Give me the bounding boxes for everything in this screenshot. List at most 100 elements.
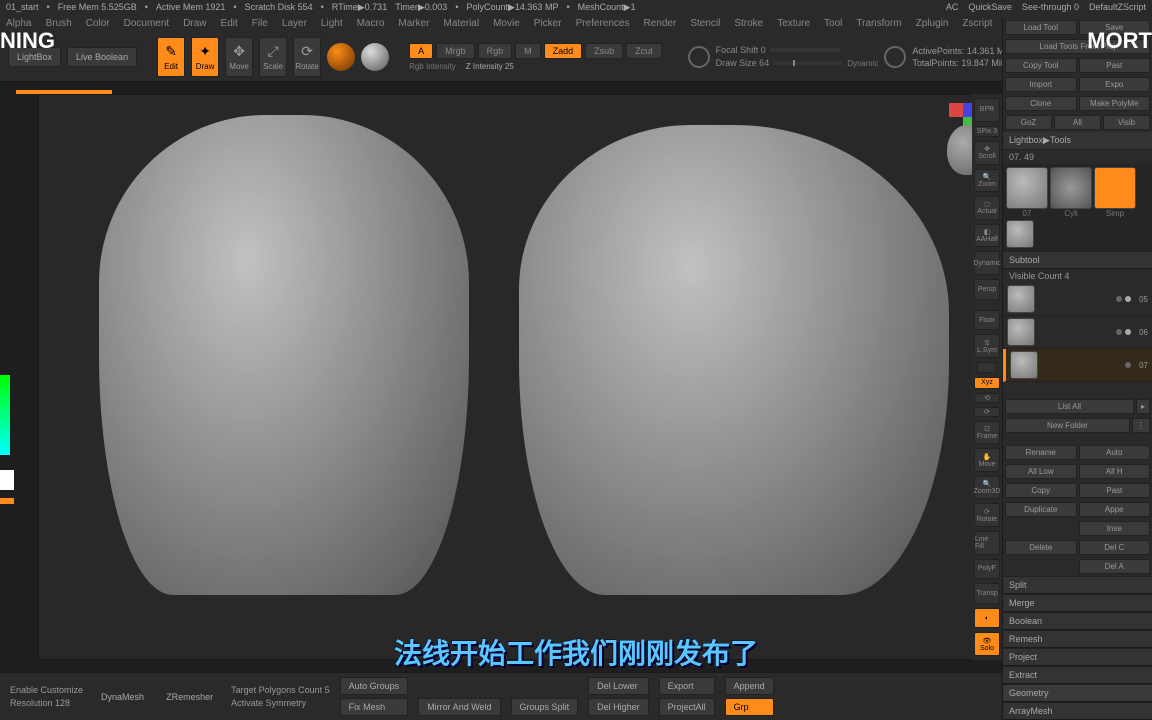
enable-customize-toggle[interactable]: Enable Customize	[10, 685, 83, 695]
mrgb-pill[interactable]: Mrgb	[436, 43, 475, 59]
subtool-row-3[interactable]: 07	[1003, 349, 1152, 382]
move-mode-button[interactable]: ✥Move	[225, 37, 253, 77]
append-bottom-button[interactable]: Append	[725, 677, 774, 695]
lsym-button[interactable]: ⇅L.Sym	[974, 334, 1000, 358]
zoom3d-button[interactable]: 🔍Zoom3D	[974, 476, 1000, 500]
tool-thumb-cyl[interactable]	[1050, 167, 1092, 209]
gizmo-toggle[interactable]	[327, 43, 355, 71]
dynamic-label[interactable]: Dynamic	[847, 59, 878, 68]
quicksave-button[interactable]: QuickSave	[968, 2, 1012, 12]
menu-stroke[interactable]: Stroke	[734, 18, 763, 29]
frame-button[interactable]: ⊡Frame	[974, 421, 1000, 445]
listall-button[interactable]: List All	[1005, 399, 1134, 414]
delc-button[interactable]: Del C	[1079, 540, 1151, 555]
paste2-button[interactable]: Past	[1079, 483, 1151, 498]
menu-layer[interactable]: Layer	[282, 18, 307, 29]
zsub-pill[interactable]: Zsub	[585, 43, 623, 59]
menu-marker[interactable]: Marker	[398, 18, 429, 29]
color-gradient[interactable]	[0, 375, 10, 455]
allh-button[interactable]: All H	[1079, 464, 1151, 479]
rgb-pill[interactable]: Rgb	[478, 43, 513, 59]
move-view-button[interactable]: ✋Move	[974, 448, 1000, 472]
delhigher-button[interactable]: Del Higher	[588, 698, 649, 716]
duplicate-button[interactable]: Duplicate	[1005, 502, 1077, 517]
targetpoly-slider[interactable]: Target Polygons Count 5	[231, 685, 330, 695]
menu-preferences[interactable]: Preferences	[576, 18, 630, 29]
menu-color[interactable]: Color	[86, 18, 110, 29]
menu-light[interactable]: Light	[321, 18, 343, 29]
bpr-button[interactable]: BPR	[974, 98, 1000, 122]
makepoly-button[interactable]: Make PolyMe	[1079, 96, 1151, 111]
seethrough-slider[interactable]: See-through 0	[1022, 2, 1079, 12]
newfolder-opt[interactable]: ⋮	[1132, 418, 1150, 433]
subtool-row-2[interactable]: 06	[1003, 316, 1152, 349]
menu-edit[interactable]: Edit	[221, 18, 238, 29]
menu-draw[interactable]: Draw	[183, 18, 206, 29]
menu-stencil[interactable]: Stencil	[690, 18, 720, 29]
aahalf-button[interactable]: ◧AAHalf	[974, 224, 1000, 248]
projectall-button[interactable]: ProjectAll	[659, 698, 715, 716]
menu-zscript[interactable]: Zscript	[962, 18, 992, 29]
mirrorweld-button[interactable]: Mirror And Weld	[418, 698, 500, 716]
goz-all-button[interactable]: All	[1054, 115, 1101, 130]
orange-swatch[interactable]	[0, 498, 14, 504]
scroll-button[interactable]: ✥Scroll	[974, 141, 1000, 165]
local-button[interactable]: ⟳	[974, 407, 1000, 417]
dela-button[interactable]: Del A	[1079, 559, 1151, 574]
export-button[interactable]: Expo	[1079, 77, 1151, 92]
lightboxtools-header[interactable]: Lightbox▶Tools	[1003, 132, 1152, 150]
menu-document[interactable]: Document	[124, 18, 170, 29]
auto-button[interactable]: Auto	[1079, 445, 1151, 460]
liveboolean-button[interactable]: Live Boolean	[67, 47, 137, 67]
m-pill[interactable]: M	[515, 43, 541, 59]
merge-header[interactable]: Merge	[1003, 594, 1152, 612]
split-header[interactable]: Split	[1003, 576, 1152, 594]
floor-button[interactable]: Floor	[974, 310, 1000, 331]
linefill-button[interactable]: Line Fill	[974, 531, 1000, 555]
arraymesh-header[interactable]: ArrayMesh	[1003, 702, 1152, 720]
append-button[interactable]: Appe	[1079, 502, 1151, 517]
zadd-pill[interactable]: Zadd	[544, 43, 583, 59]
actual-button[interactable]: ◻Actual	[974, 196, 1000, 220]
geometry-header[interactable]: Geometry	[1003, 684, 1152, 702]
extract-header[interactable]: Extract	[1003, 666, 1152, 684]
polyf-button[interactable]: PolyF	[974, 559, 1000, 580]
draw-mode-button[interactable]: ✦Draw	[191, 37, 219, 77]
newfolder-button[interactable]: New Folder	[1005, 418, 1130, 433]
focal-shift-slider[interactable]: Focal Shift 0	[716, 45, 766, 55]
dynamic-button[interactable]: Dynamic	[974, 251, 1000, 275]
edit-mode-button[interactable]: ✎Edit	[157, 37, 185, 77]
insert-button[interactable]: Inse	[1079, 521, 1151, 536]
a-pill[interactable]: A	[409, 43, 433, 59]
zoom-button[interactable]: 🔍Zoom	[974, 169, 1000, 193]
zremesher-button[interactable]: ZRemesher	[158, 689, 221, 705]
goz-visib-button[interactable]: Visib	[1103, 115, 1150, 130]
rotate-mode-button[interactable]: ⟳Rotate	[293, 37, 321, 77]
menu-movie[interactable]: Movie	[493, 18, 520, 29]
menu-macro[interactable]: Macro	[357, 18, 385, 29]
listall-arrow[interactable]: ▸	[1136, 399, 1150, 414]
scale-mode-button[interactable]: ⤢Scale	[259, 37, 287, 77]
fixmesh-button[interactable]: Fix Mesh	[340, 698, 409, 716]
white-swatch[interactable]	[0, 470, 14, 490]
defaultzscript-button[interactable]: DefaultZScript	[1089, 2, 1146, 12]
activatesym-button[interactable]: Activate Symmetry	[231, 698, 330, 708]
menu-transform[interactable]: Transform	[856, 18, 901, 29]
ghost-button[interactable]: ◐	[974, 608, 1000, 629]
autogroups-button[interactable]: Auto Groups	[340, 677, 409, 695]
export-bottom-button[interactable]: Export	[659, 677, 715, 695]
project-header[interactable]: Project	[1003, 648, 1152, 666]
tool-thumb-small[interactable]	[1006, 220, 1034, 248]
menu-texture[interactable]: Texture	[777, 18, 810, 29]
grp-button[interactable]: Grp	[725, 698, 774, 716]
clone-button[interactable]: Clone	[1005, 96, 1077, 111]
boolean-header[interactable]: Boolean	[1003, 612, 1152, 630]
menu-alpha[interactable]: Alpha	[6, 18, 32, 29]
menu-tool[interactable]: Tool	[824, 18, 842, 29]
tool-thumb-main[interactable]	[1006, 167, 1048, 209]
menu-picker[interactable]: Picker	[534, 18, 562, 29]
solo-button[interactable]: 👁Solo	[974, 632, 1000, 656]
zcut-pill[interactable]: Zcut	[626, 43, 662, 59]
remesh-header[interactable]: Remesh	[1003, 630, 1152, 648]
tool-thumb-simple[interactable]	[1094, 167, 1136, 209]
